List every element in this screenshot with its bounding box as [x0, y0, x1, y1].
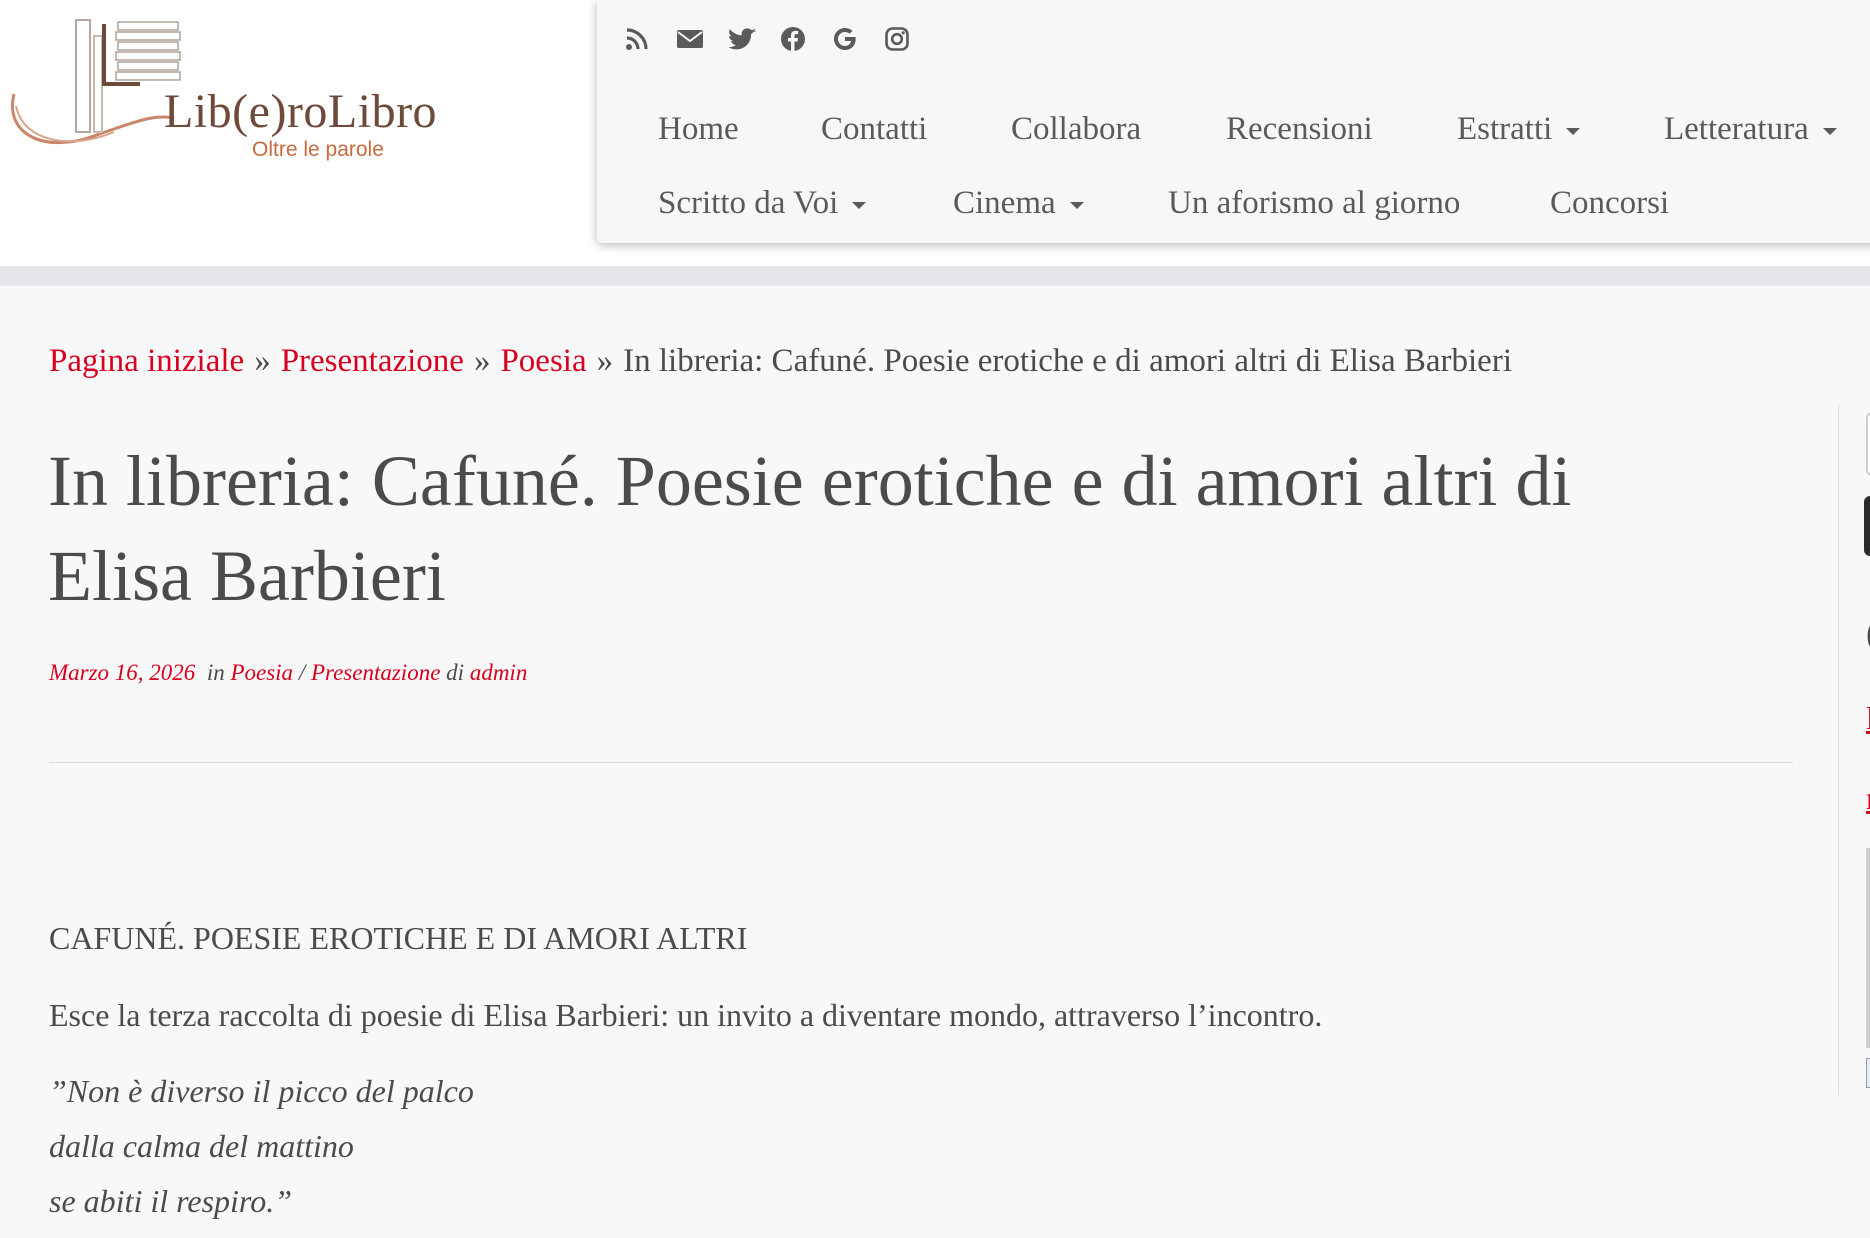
- page-title: In libreria: Cafuné. Poesie erotiche e d…: [48, 434, 1788, 624]
- nav-label: Letteratura: [1664, 111, 1809, 147]
- nav-label: Recensioni: [1226, 111, 1373, 147]
- post-meta: Marzo 16, 2026 in Poesia / Presentazione…: [49, 660, 527, 686]
- nav-item-aforismo[interactable]: Un aforismo al giorno: [1168, 185, 1460, 222]
- category-separator: /: [298, 660, 306, 685]
- twitter-icon[interactable]: [728, 24, 780, 54]
- facebook-icon[interactable]: [780, 24, 832, 54]
- content-divider: [49, 762, 1793, 763]
- social-icons: [624, 24, 936, 54]
- nav-label: Home: [658, 111, 739, 147]
- sidebar-search-button[interactable]: [1864, 496, 1870, 556]
- nav-item-estratti[interactable]: Estratti: [1457, 111, 1581, 148]
- verse-line: se abiti il respiro.”: [49, 1183, 292, 1219]
- envelope-icon[interactable]: [676, 24, 728, 54]
- nav-item-scritto-da-voi[interactable]: Scritto da Voi: [658, 185, 867, 222]
- nav-label: Scritto da Voi: [658, 185, 839, 221]
- breadcrumb: Pagina iniziale» Presentazione» Poesia» In …: [49, 343, 1512, 380]
- logo-name: Lib(e)roLibro: [164, 85, 438, 138]
- site-logo[interactable]: Lib(e)roLibro Oltre le parole: [4, 14, 454, 164]
- title-line-2: Elisa Barbieri: [48, 536, 446, 616]
- verse-line: dalla calma del mattino: [49, 1128, 354, 1164]
- chevron-down-icon: [852, 202, 867, 209]
- nav-item-recensioni[interactable]: Recensioni: [1226, 111, 1373, 148]
- navigation-panel: Home Contatti Collabora Recensioni Estra…: [597, 0, 1870, 243]
- nav-item-home[interactable]: Home: [658, 111, 739, 148]
- meta-by-label: di: [446, 660, 465, 685]
- category-poesia-link[interactable]: Poesia: [230, 660, 293, 685]
- nav-item-cinema[interactable]: Cinema: [953, 185, 1084, 222]
- sidebar-image[interactable]: [1866, 1058, 1870, 1088]
- nav-label: Un aforismo al giorno: [1168, 185, 1461, 221]
- nav-item-letteratura[interactable]: Letteratura: [1664, 111, 1837, 148]
- sidebar-widget-block: [1866, 848, 1870, 1048]
- nav-label: Concorsi: [1550, 185, 1670, 221]
- instagram-icon[interactable]: [884, 24, 936, 54]
- google-icon[interactable]: [832, 24, 884, 54]
- chevron-down-icon: [1566, 128, 1581, 135]
- category-presentazione-link[interactable]: Presentazione: [311, 660, 440, 685]
- breadcrumb-separator: »: [473, 343, 491, 379]
- sidebar-link-fragment[interactable]: l: [1866, 700, 1870, 737]
- breadcrumb-separator: »: [596, 343, 614, 379]
- article-intro: Esce la terza raccolta di poesie di Elis…: [49, 997, 1323, 1033]
- article-subheading: CAFUNÉ. POESIE EROTICHE E DI AMORI ALTRI: [49, 920, 748, 956]
- post-date-link[interactable]: Marzo 16, 2026: [49, 660, 195, 685]
- breadcrumb-separator: »: [254, 343, 271, 379]
- nav-item-concorsi[interactable]: Concorsi: [1550, 185, 1669, 222]
- sidebar-search-input[interactable]: [1866, 412, 1870, 476]
- header-divider-bar: [0, 266, 1870, 286]
- nav-label: Contatti: [821, 111, 928, 147]
- nav-item-collabora[interactable]: Collabora: [1011, 111, 1141, 148]
- logo-tagline: Oltre le parole: [252, 138, 384, 161]
- sidebar-link-fragment[interactable]: r: [1866, 780, 1870, 817]
- nav-label: Cinema: [953, 185, 1056, 221]
- verse-line: ”Non è diverso il picco del palco: [49, 1073, 474, 1109]
- nav-label: Estratti: [1457, 111, 1553, 147]
- chevron-down-icon: [1822, 128, 1837, 135]
- title-line-1: In libreria: Cafuné. Poesie erotiche e d…: [48, 441, 1572, 521]
- chevron-down-icon: [1069, 202, 1084, 209]
- sidebar-heading-fragment: (: [1866, 612, 1870, 654]
- breadcrumb-poesia-link[interactable]: Poesia: [500, 343, 586, 379]
- breadcrumb-presentazione-link[interactable]: Presentazione: [281, 343, 464, 379]
- nav-item-contatti[interactable]: Contatti: [821, 111, 927, 148]
- breadcrumb-home-link[interactable]: Pagina iniziale: [49, 343, 244, 379]
- nav-label: Collabora: [1011, 111, 1142, 147]
- rss-icon[interactable]: [624, 24, 676, 54]
- breadcrumb-current: In libreria: Cafuné. Poesie erotiche e d…: [623, 343, 1512, 379]
- author-link[interactable]: admin: [470, 660, 528, 685]
- meta-in-label: in: [206, 660, 225, 685]
